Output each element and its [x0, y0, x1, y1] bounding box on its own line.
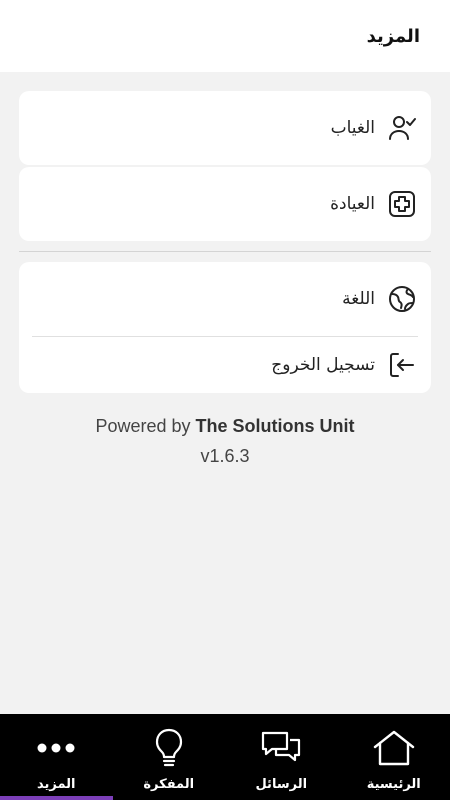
menu-item-label: تسجيل الخروج [271, 355, 375, 375]
section-divider [19, 251, 431, 252]
tab-notebook[interactable]: المفكرة [113, 714, 226, 800]
menu-item-absence[interactable]: الغياب [19, 91, 431, 165]
more-dots-icon [34, 726, 78, 770]
logout-icon [387, 350, 417, 380]
menu-item-logout[interactable]: تسجيل الخروج [19, 337, 431, 393]
user-check-icon [387, 113, 417, 143]
menu-item-label: العيادة [330, 194, 375, 214]
menu-item-language[interactable]: اللغة [19, 262, 431, 336]
active-tab-indicator [0, 796, 113, 800]
tab-label: المفكرة [143, 777, 195, 792]
menu-item-label: الغياب [330, 118, 375, 138]
powered-prefix: Powered by [95, 416, 191, 436]
tab-label: الرئيسية [366, 777, 421, 792]
settings-card: اللغة تسجيل الخروج [19, 262, 431, 393]
page-title: المزيد [366, 25, 420, 47]
tab-messages[interactable]: الرسائل [225, 714, 338, 800]
bottom-tab-bar: المزيد المفكرة الرسائل الرئيسية [0, 714, 450, 800]
tab-label: الرسائل [255, 777, 308, 792]
clinic-card: العيادة [19, 167, 431, 241]
top-header: المزيد [0, 0, 450, 72]
lightbulb-icon [154, 726, 184, 770]
powered-by-text: Powered by The Solutions Unit [0, 416, 450, 437]
menu-item-label: اللغة [342, 289, 375, 309]
absence-card: الغياب [19, 91, 431, 165]
menu-item-clinic[interactable]: العيادة [19, 167, 431, 241]
tab-more[interactable]: المزيد [0, 714, 113, 800]
brand-name: The Solutions Unit [195, 416, 355, 436]
tab-home[interactable]: الرئيسية [338, 714, 450, 800]
tab-label: المزيد [36, 777, 76, 792]
chat-bubbles-icon [260, 726, 302, 770]
globe-icon [387, 284, 417, 314]
medical-plus-icon [387, 189, 417, 219]
home-icon [372, 726, 416, 770]
app-version: v1.6.3 [200, 446, 250, 466]
